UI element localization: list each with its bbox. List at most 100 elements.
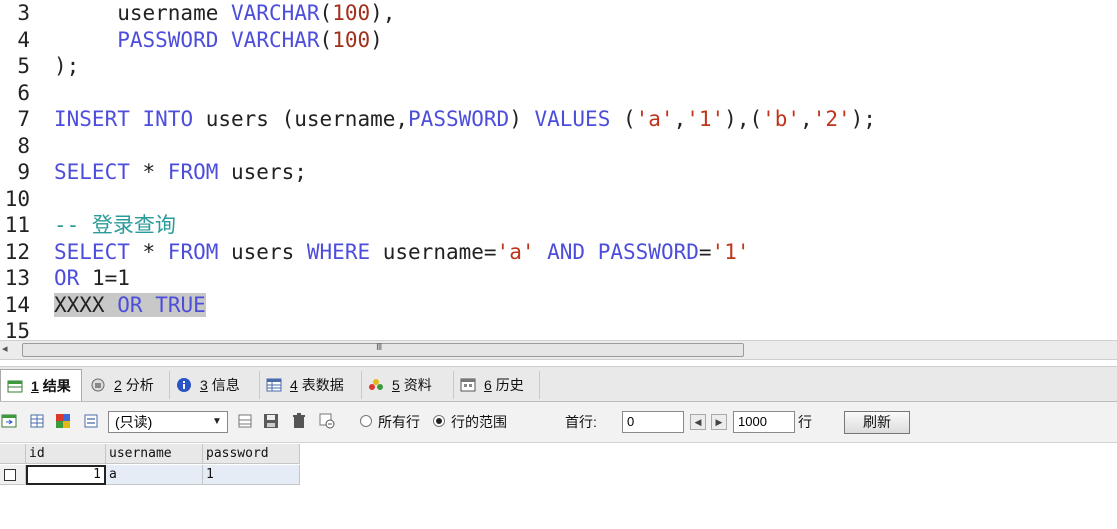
sql-editor[interactable]: 3 username VARCHAR(100), 4 PASSWORD VARCH…	[0, 0, 1117, 340]
next-page-button[interactable]: ▶	[711, 414, 727, 430]
prev-page-button[interactable]: ◀	[690, 414, 706, 430]
editor-line[interactable]: 11 -- 登录查询	[0, 212, 1117, 238]
editor-line[interactable]: 13 OR 1=1	[0, 265, 1117, 291]
code-token: users	[218, 239, 307, 264]
result-tabs: 1 结果 2 分析 3 信息 4 表数据 5 资料 6 历史	[0, 366, 1117, 402]
code-token: XXXX	[54, 292, 105, 317]
save-icon[interactable]	[262, 412, 280, 430]
line-number: 5	[17, 54, 30, 78]
line-number: 3	[17, 1, 30, 25]
rows-unit-label: 行	[798, 414, 812, 430]
tab-number: 4	[290, 377, 298, 393]
column-header-username[interactable]: username	[106, 444, 203, 464]
tab-table-data[interactable]: 4 表数据	[260, 371, 362, 399]
chevron-down-icon: ▼	[212, 416, 222, 427]
editor-line[interactable]: 14 XXXX OR TRUE	[0, 292, 1117, 318]
code-text[interactable]: );	[54, 53, 79, 79]
form-view-icon[interactable]	[82, 412, 100, 430]
editor-line[interactable]: 12 SELECT * FROM users WHERE username='a'…	[0, 239, 1117, 265]
column-header-password[interactable]: password	[203, 444, 300, 464]
insert-row-icon[interactable]	[236, 412, 254, 430]
editor-line[interactable]: 15	[0, 318, 1117, 340]
row-range-radio[interactable]	[433, 415, 445, 427]
code-token: )	[370, 27, 383, 52]
refresh-button[interactable]: 刷新	[844, 411, 910, 434]
cell-password[interactable]: 1	[203, 465, 300, 485]
code-text[interactable]: PASSWORD VARCHAR(100)	[54, 27, 383, 53]
all-rows-radio[interactable]	[360, 415, 372, 427]
code-token: TRUE	[155, 292, 206, 317]
line-number: 15	[4, 319, 30, 340]
result-icon	[7, 380, 23, 392]
line-number: 12	[4, 239, 30, 264]
tab-profile[interactable]: 2 分析	[84, 371, 170, 399]
code-token: AND	[547, 239, 586, 264]
tab-label: 表数据	[301, 377, 344, 393]
code-token: VARCHAR	[231, 1, 320, 25]
tab-history[interactable]: 6 历史	[454, 371, 540, 399]
code-token: ),	[370, 1, 396, 25]
scrollbar-thumb[interactable]: III	[22, 342, 744, 357]
code-token: OR	[117, 292, 143, 317]
code-token: )	[509, 107, 535, 131]
code-token: 'a'	[635, 107, 674, 131]
cell-username[interactable]: a	[106, 465, 203, 485]
code-text[interactable]: INSERT INTO users (username,PASSWORD) VA…	[54, 106, 876, 132]
scroll-left-arrow-icon[interactable]: ◂	[2, 342, 8, 355]
code-token: VARCHAR	[231, 27, 320, 52]
code-text[interactable]: -- 登录查询	[54, 212, 176, 238]
tab-objects[interactable]: 5 资料	[362, 371, 454, 399]
editor-line[interactable]: 3 username VARCHAR(100),	[0, 0, 1117, 26]
delete-icon[interactable]	[290, 412, 308, 430]
code-text[interactable]: SELECT * FROM users;	[54, 159, 307, 185]
tab-number: 2	[114, 377, 122, 393]
tab-results[interactable]: 1 结果	[0, 369, 82, 401]
editor-line[interactable]: 6	[0, 80, 1117, 106]
row-range-label: 行的范围	[451, 414, 507, 430]
editor-line[interactable]: 5);	[0, 53, 1117, 79]
code-token: =	[698, 239, 712, 264]
editor-line[interactable]: 4 PASSWORD VARCHAR(100)	[0, 27, 1117, 53]
code-token: '2'	[812, 107, 851, 131]
copy-grid-icon[interactable]	[28, 412, 46, 430]
tab-label: 历史	[495, 377, 524, 393]
row-selector-header[interactable]	[0, 444, 26, 464]
code-text[interactable]: SELECT * FROM users WHERE username='a' A…	[54, 239, 749, 265]
column-header-id[interactable]: id	[26, 444, 106, 464]
row-count-input[interactable]: 1000	[733, 411, 795, 433]
export-icon[interactable]	[0, 412, 18, 430]
code-token: ),(	[724, 107, 763, 131]
editor-line[interactable]: 9 SELECT * FROM users;	[0, 159, 1117, 185]
tab-number: 1	[31, 377, 39, 394]
editor-horizontal-scrollbar[interactable]: ◂ III	[0, 340, 1117, 360]
read-only-mode-select[interactable]: (只读) ▼	[108, 411, 228, 433]
code-token: 'b'	[762, 107, 801, 131]
code-token: WHERE	[306, 239, 371, 264]
grid-color-icon[interactable]	[54, 412, 72, 430]
row-checkbox[interactable]	[4, 469, 16, 481]
code-token: 'a'	[496, 239, 535, 264]
editor-line[interactable]: 8	[0, 133, 1117, 159]
editor-line[interactable]: 7 INSERT INTO users (username,PASSWORD) V…	[0, 106, 1117, 132]
code-text[interactable]: OR 1=1	[54, 265, 130, 291]
code-token: ,	[673, 107, 687, 131]
line-number: 14	[4, 292, 30, 317]
line-number: 6	[17, 80, 30, 105]
tab-number: 6	[484, 377, 492, 393]
code-token: users (username,	[193, 107, 409, 131]
cell-id[interactable]: 1	[26, 465, 106, 485]
code-text[interactable]: username VARCHAR(100),	[54, 0, 395, 26]
code-token: SELECT	[54, 239, 130, 264]
tab-info[interactable]: 3 信息	[170, 371, 260, 399]
code-token: *	[129, 239, 168, 264]
first-row-input[interactable]: 0	[622, 411, 684, 433]
code-token	[142, 292, 156, 317]
refresh-row-icon[interactable]	[318, 412, 336, 430]
code-token	[104, 292, 118, 317]
editor-line[interactable]: 10	[0, 186, 1117, 212]
code-text[interactable]: XXXX OR TRUE	[54, 292, 206, 318]
code-token: username=	[370, 239, 497, 264]
line-number: 11	[4, 213, 30, 237]
